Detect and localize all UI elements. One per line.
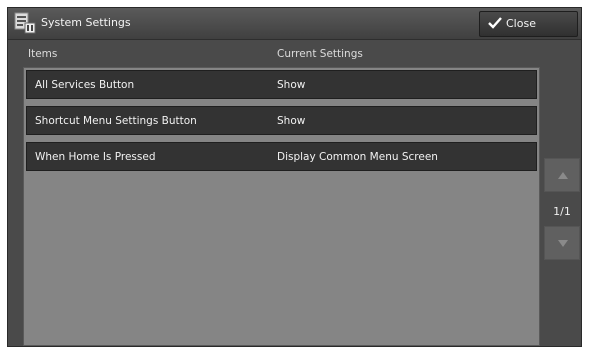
checkmark-icon: [488, 17, 502, 32]
list-item-when-home-is-pressed[interactable]: When Home Is Pressed Display Common Menu…: [26, 142, 537, 171]
scroll-up-button[interactable]: [544, 158, 580, 192]
item-value: Display Common Menu Screen: [277, 151, 438, 163]
arrow-up-icon: [558, 172, 568, 179]
system-settings-icon: [14, 12, 36, 34]
scroll-down-button[interactable]: [544, 226, 580, 260]
item-label: When Home Is Pressed: [35, 151, 156, 163]
item-label: Shortcut Menu Settings Button: [35, 115, 197, 127]
item-label: All Services Button: [35, 79, 135, 91]
system-settings-window: System Settings Close Items Current Sett…: [7, 7, 582, 347]
item-value: Show: [277, 79, 306, 91]
close-button[interactable]: Close: [479, 11, 578, 37]
item-value: Show: [277, 115, 306, 127]
page-indicator: 1/1: [553, 205, 571, 218]
window-title: System Settings: [41, 16, 131, 29]
list-item-all-services-button[interactable]: All Services Button Show: [26, 70, 537, 99]
pager: 1/1: [544, 144, 580, 346]
list-item-shortcut-menu-settings-button[interactable]: Shortcut Menu Settings Button Show: [26, 106, 537, 135]
arrow-down-icon: [558, 240, 568, 247]
close-label: Close: [506, 17, 536, 30]
settings-list: All Services Button Show Shortcut Menu S…: [23, 67, 540, 346]
column-header-items: Items: [28, 48, 58, 60]
title-bar: System Settings Close: [8, 8, 581, 40]
column-header-current-settings: Current Settings: [277, 48, 363, 60]
